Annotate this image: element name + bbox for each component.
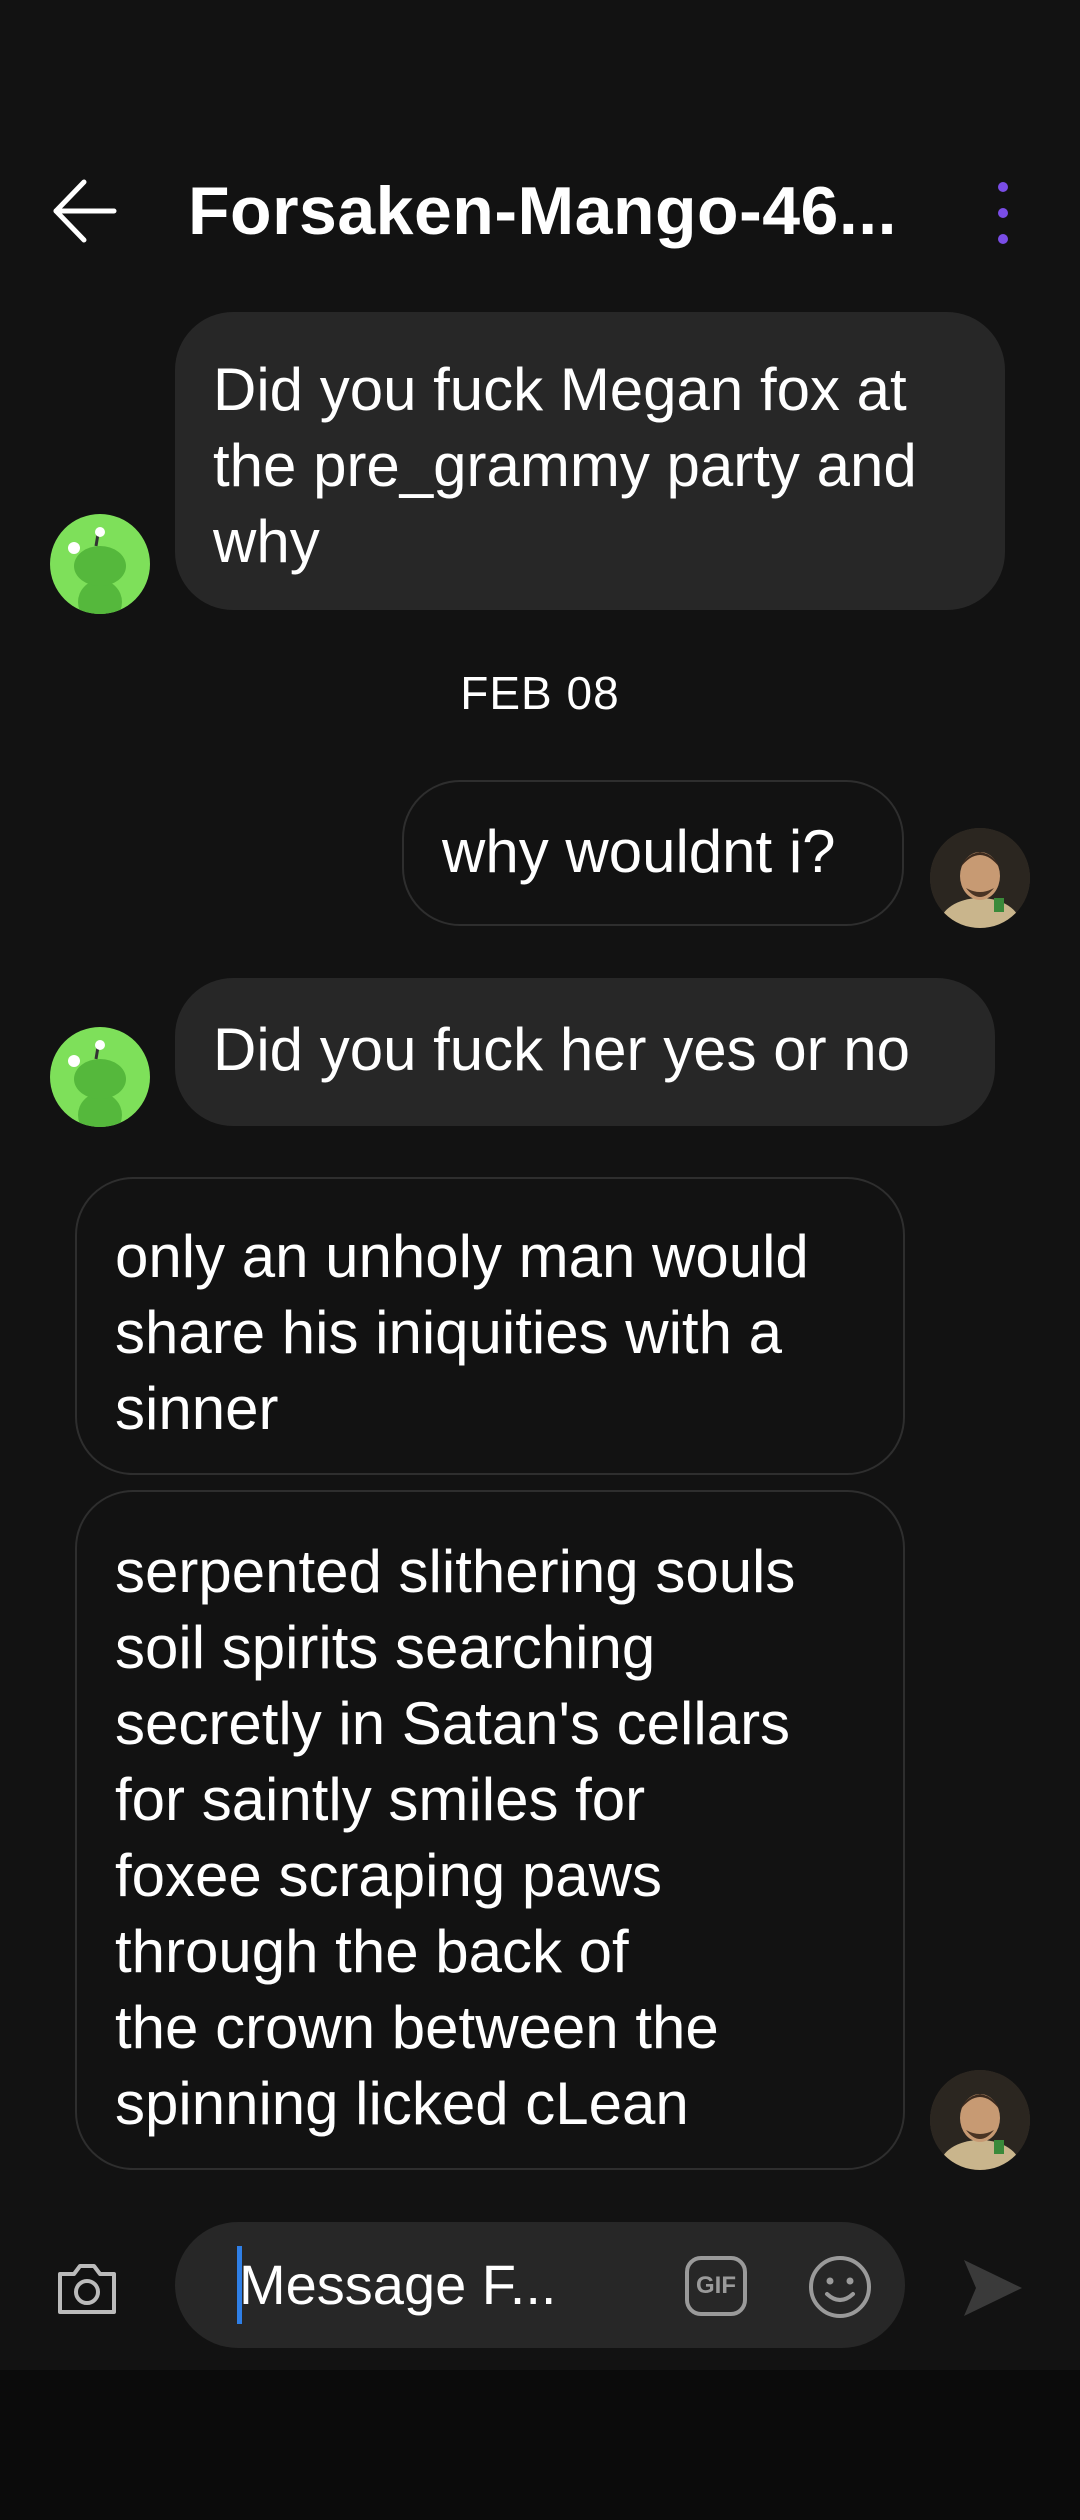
user-avatar-icon [930,2070,1030,2170]
message-text: Did you fuck Megan fox at the pre_grammy… [213,356,917,575]
message-input-placeholder: Message F... [239,2253,557,2316]
chat-screen: Forsaken-Mango-46... Did you fuck Megan … [0,0,1080,2520]
more-options-button[interactable] [988,178,1018,248]
message-input[interactable]: Message F... GIF [175,2222,905,2348]
message-sent[interactable]: only an unholy man would share his iniqu… [75,1177,905,1475]
emoji-icon [809,2256,871,2318]
sender-avatar[interactable] [50,514,150,614]
emoji-button[interactable] [807,2254,873,2320]
camera-button[interactable] [54,2258,120,2318]
gif-button[interactable]: GIF [685,2256,747,2316]
chat-header: Forsaken-Mango-46... [0,150,1080,270]
message-composer: Message F... GIF [0,2200,1080,2370]
back-button[interactable] [50,176,120,246]
camera-icon [58,2264,116,2314]
system-navigation-bar [0,2370,1080,2520]
send-icon [964,2260,1022,2316]
date-separator: FEB 08 [460,667,620,719]
message-text: only an unholy man would share his iniqu… [115,1223,809,1442]
message-text: serpented slithering souls soil spirits … [115,1538,796,2137]
more-vertical-icon [998,182,1008,192]
user-avatar[interactable] [930,2070,1030,2170]
message-received[interactable]: Did you fuck her yes or no [175,978,995,1126]
user-avatar-icon [930,828,1030,928]
message-text: why wouldnt i? [442,818,836,885]
snoo-avatar-icon [68,527,126,614]
user-avatar[interactable] [930,828,1030,928]
message-text: Did you fuck her yes or no [213,1016,911,1083]
back-arrow-icon [53,179,117,243]
conversation-title: Forsaken-Mango-46... [188,173,898,249]
send-button[interactable] [960,2256,1026,2320]
sender-avatar[interactable] [50,1027,150,1127]
message-received[interactable]: Did you fuck Megan fox at the pre_grammy… [175,312,1005,610]
snoo-avatar-icon [68,1040,126,1127]
message-sent[interactable]: why wouldnt i? [402,780,904,926]
message-sent[interactable]: serpented slithering souls soil spirits … [75,1490,905,2170]
gif-icon: GIF [696,2272,736,2299]
